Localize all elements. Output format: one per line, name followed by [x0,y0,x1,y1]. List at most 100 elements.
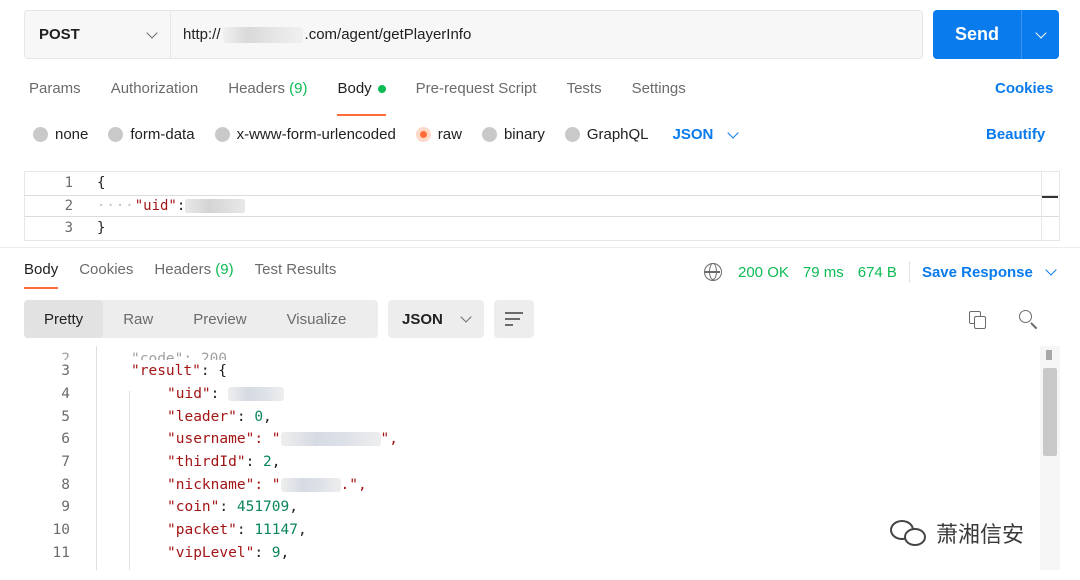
search-icon[interactable] [1019,310,1039,330]
json-punct: : [236,408,255,425]
indent-dots: ···· [97,197,135,214]
radio-none[interactable]: none [33,126,88,143]
response-format-select[interactable]: JSON [388,300,484,338]
radio-binary[interactable]: binary [481,126,545,143]
view-raw[interactable]: Raw [103,300,173,338]
tab-response-headers[interactable]: Headers (9) [154,261,233,283]
response-scrollbar[interactable] [1040,346,1060,570]
request-body-editor[interactable]: 1 { 2 ····"uid": 3 } [24,171,1060,241]
editor-line: 2 ····"uid": [25,194,1059,217]
tab-pre-request-script[interactable]: Pre-request Script [416,80,537,102]
tab-label: Test Results [254,261,337,278]
view-preview[interactable]: Preview [173,300,266,338]
tab-label: Cookies [79,261,134,278]
body-language-select[interactable]: JSON [673,126,740,143]
tab-count: (9) [215,261,234,278]
viewer-line: 3 "result": { [24,360,1060,383]
tab-test-results[interactable]: Test Results [255,261,337,283]
response-size[interactable]: 674 B [858,264,897,281]
line-number: 2 [64,197,73,214]
editor-line: 3 } [25,217,1059,240]
request-url-bar: POST http:// .com/agent/getPlayerInfo [24,10,923,59]
tab-label: Body [337,80,372,97]
radio-label: x-www-form-urlencoded [236,126,396,143]
wrap-lines-button[interactable] [494,300,534,338]
redacted-value [280,432,381,447]
tab-label: Settings [631,80,686,97]
send-options-button[interactable] [1021,10,1059,59]
line-number: 5 [61,408,70,425]
copy-icon[interactable] [969,311,987,329]
wrap-lines-icon [505,312,523,326]
request-tabs: Params Authorization Headers (9) Body Pr… [29,80,716,116]
line-code: "code": 200, [131,351,236,360]
tab-headers[interactable]: Headers (9) [228,80,307,102]
tab-label: Body [24,261,59,278]
tab-response-body[interactable]: Body [24,261,59,289]
line-number: 3 [61,363,70,380]
beautify-button[interactable]: Beautify [986,126,1045,143]
json-number: 451709 [236,499,290,516]
scrollbar-thumb[interactable] [1043,368,1057,456]
cookies-link[interactable]: Cookies [995,80,1053,97]
radio-x-www-form-urlencoded[interactable]: x-www-form-urlencoded [214,126,396,143]
viewer-line: 5 "leader": 0, [24,405,1060,428]
viewer-line: 8 "nickname": " .", [24,473,1060,496]
body-type-options: none form-data x-www-form-urlencoded raw… [33,126,740,143]
url-input[interactable]: http:// .com/agent/getPlayerInfo [171,11,922,58]
send-button[interactable]: Send [933,10,1021,59]
view-visualize[interactable]: Visualize [267,300,367,338]
line-code: "result": { [131,363,227,379]
tab-label: Headers [154,261,212,278]
json-key: "uid" [134,197,177,214]
pane-divider[interactable] [0,247,1080,248]
tab-response-cookies[interactable]: Cookies [79,261,133,283]
json-punct: : " [254,431,281,448]
json-number: 9 [271,544,281,561]
url-suffix: .com/agent/getPlayerInfo [304,26,472,43]
line-number: 9 [61,499,70,516]
json-punct: .", [340,476,367,493]
scroll-up-arrow-icon[interactable] [1046,350,1052,360]
line-code: "username": " ", [167,431,398,447]
json-punct: : [219,499,237,516]
viewer-line: 4 "uid": [24,383,1060,406]
line-code: "coin": 451709, [167,499,298,515]
json-punct: ", [380,431,398,448]
line-number: 7 [61,454,70,471]
tab-label: Authorization [110,80,199,97]
json-number: 0 [254,408,264,425]
radio-raw[interactable]: raw [415,126,462,143]
editor-scrollbar[interactable] [1041,172,1059,240]
tab-label: Headers [228,80,285,97]
watermark: 萧湘信安 [890,517,1024,549]
tab-settings[interactable]: Settings [632,80,686,102]
method-select[interactable]: POST [25,11,171,58]
json-punct: , [280,544,290,561]
chevron-down-icon [460,311,472,323]
tab-label: Params [29,80,81,97]
separator [908,261,910,283]
tab-body[interactable]: Body [337,80,386,116]
editor-line: 1 { [25,172,1059,195]
tab-tests[interactable]: Tests [567,80,602,102]
json-number: 2 [263,454,272,471]
tab-authorization[interactable]: Authorization [111,80,199,102]
status-code[interactable]: 200 OK [738,264,789,281]
globe-icon[interactable] [704,263,722,281]
line-code: } [97,220,106,237]
save-response-button[interactable]: Save Response [921,263,1057,281]
view-pretty[interactable]: Pretty [24,300,104,338]
radio-form-data[interactable]: form-data [108,126,195,143]
json-key: "thirdId" [167,454,246,471]
line-number: 4 [61,386,70,403]
response-time[interactable]: 79 ms [803,264,844,281]
chevron-down-icon [1034,26,1047,39]
radio-graphql[interactable]: GraphQL [564,126,649,143]
save-response-label: Save Response [921,263,1033,281]
json-punct: : [210,386,229,403]
redacted-value [280,477,341,492]
redacted-host [222,26,303,43]
tab-params[interactable]: Params [29,80,81,102]
json-colon: : [176,197,186,214]
